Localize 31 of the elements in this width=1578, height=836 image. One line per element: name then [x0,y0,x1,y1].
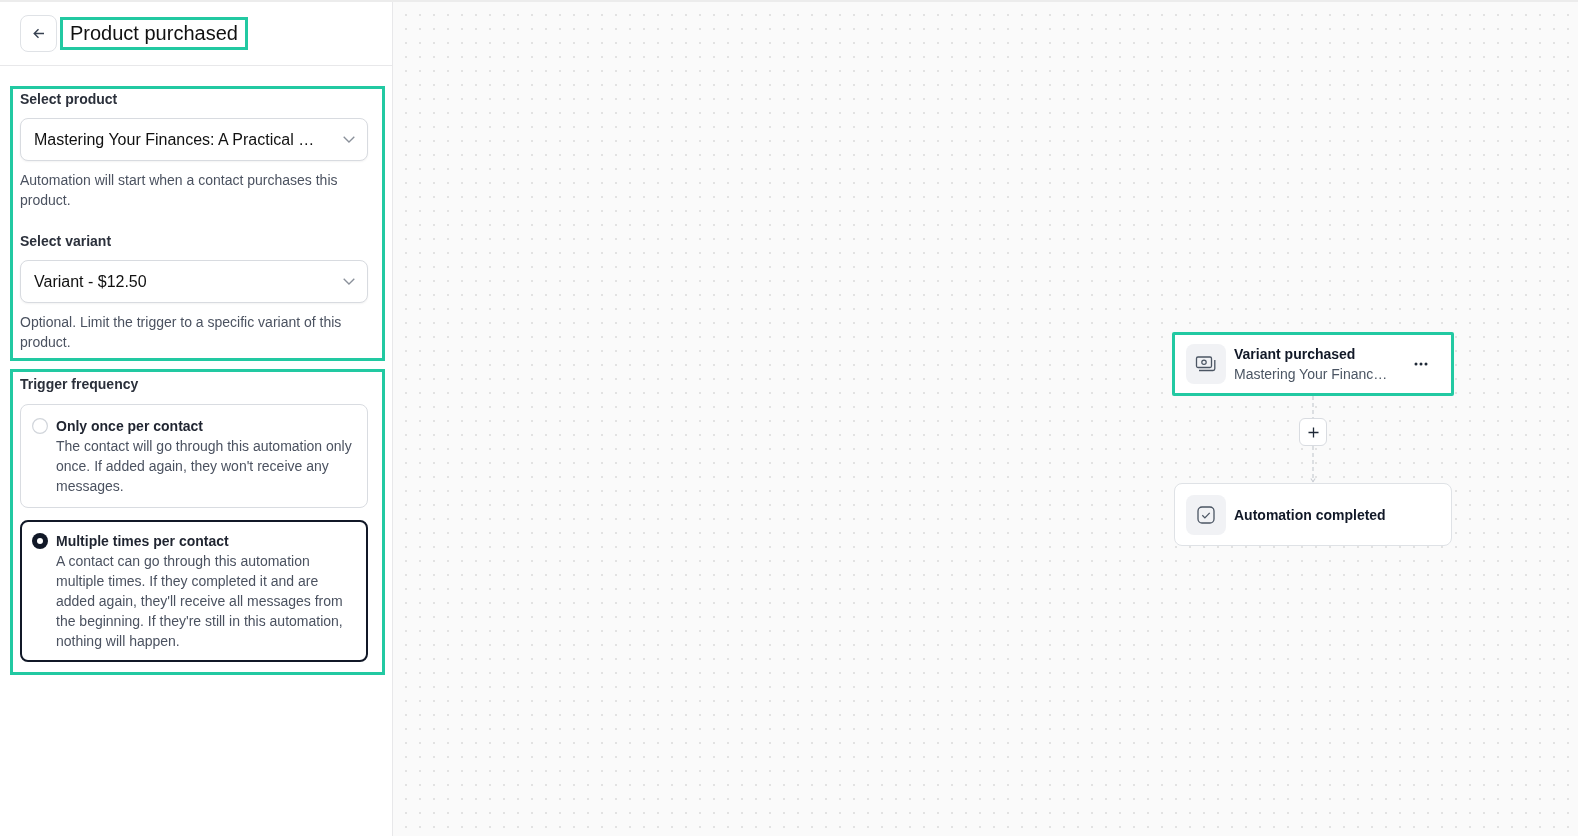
field-label: Select variant [20,232,113,251]
section-label: Trigger frequency [20,375,140,394]
add-step-button[interactable] [1299,418,1327,446]
frequency-option[interactable] [20,520,368,662]
back-button[interactable] [20,15,57,52]
radio-button[interactable] [32,533,48,549]
chevron-down-icon [343,278,355,285]
arrow-left-icon [32,28,45,39]
flow-node[interactable]: Variant purchased Mastering Your Financ… [1172,332,1454,396]
frequency-option[interactable]: Only once per contact The contact will go through this automation only once. If added again, they won't receive any messages. [20,404,368,508]
node-title: Automation completed [1234,505,1387,525]
option-description: A contact can go through this automation multiple times. If they completed it and are added again, they'll receive all messages from the beginning. If they're still in this automation, nothing will happen. [56,552,344,651]
more-icon[interactable] [1414,362,1428,366]
option-title: Multiple times per contact [56,532,230,551]
panel-title: Product purchased [60,17,248,50]
option-description: The contact will go through this automation only once. If added again, they won't receive any messages. [56,437,353,496]
node-subtitle: Mastering Your Financ… [1234,365,1389,384]
help-text: Optional. Limit the trigger to a specific variant of this product. [20,313,343,352]
banknotes-icon [1186,344,1226,384]
radio-button[interactable] [32,418,48,434]
field-label: Select product [20,90,119,109]
checkbox-icon [1186,494,1226,535]
node-title: Variant purchased [1234,345,1357,364]
connector-arrow [1310,446,1316,483]
select-field[interactable]: Mastering Your Finances: A Practical … [20,118,368,161]
option-title: Only once per contact [56,417,205,436]
help-text: Automation will start when a contact purchases this product. [20,171,339,210]
select-field[interactable]: Variant - $12.50 [20,260,368,303]
chevron-down-icon [343,136,355,143]
plus-icon [1307,426,1319,438]
flow-node[interactable]: Automation completed [1174,483,1452,546]
